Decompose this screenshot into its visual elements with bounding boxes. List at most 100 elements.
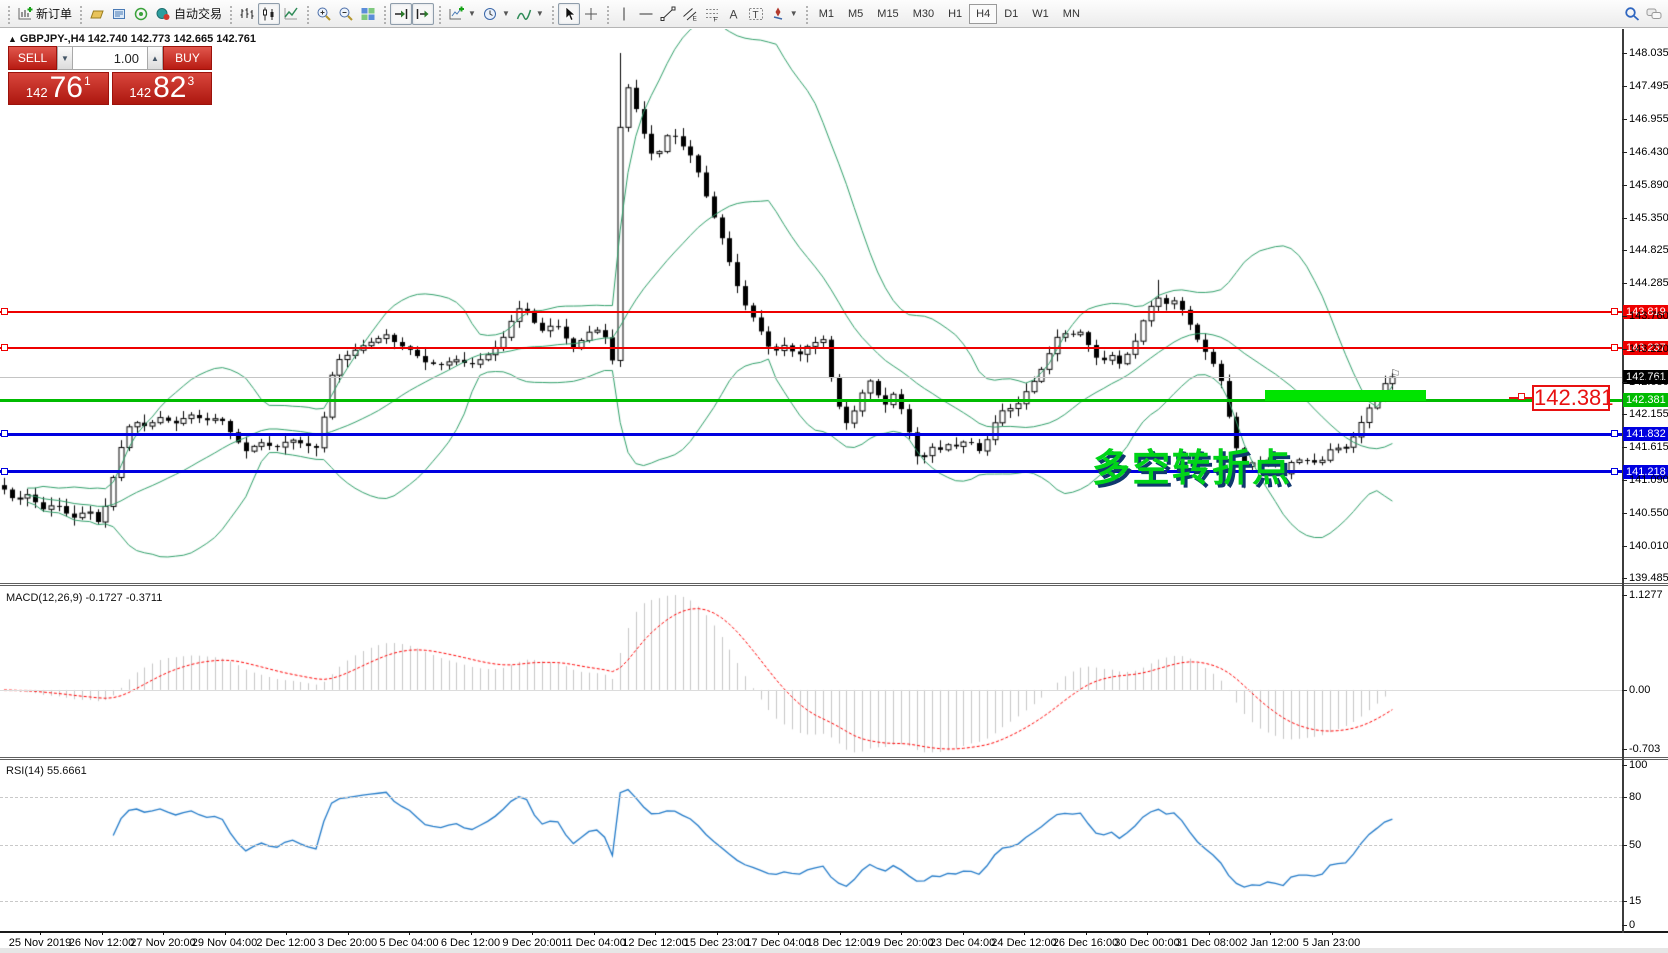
rsi-value: 55.6661	[47, 765, 87, 777]
zoom-in-icon	[316, 6, 332, 22]
text-label-icon: T	[748, 6, 764, 22]
highlight-trend-segment[interactable]	[1265, 390, 1426, 401]
toolbar-grip[interactable]	[78, 4, 83, 24]
toolbar-grip[interactable]	[382, 4, 387, 24]
toolbar-grip[interactable]	[228, 4, 233, 24]
new-chart-icon	[448, 6, 464, 22]
toolbar-grip[interactable]	[605, 4, 610, 24]
search-button[interactable]	[1621, 3, 1643, 25]
periods-button[interactable]: ▼	[479, 3, 513, 25]
indicators-button[interactable]: ▼	[513, 3, 547, 25]
tile-windows-button[interactable]	[357, 3, 379, 25]
trendline-icon	[660, 6, 676, 22]
rsi-name: RSI(14)	[6, 765, 44, 777]
buy-price-base: 142	[129, 83, 151, 103]
svg-text:F: F	[713, 16, 717, 22]
arrows-button[interactable]: ▼	[767, 3, 801, 25]
vertical-line-icon	[616, 6, 632, 22]
price-axis-border	[1622, 29, 1624, 933]
volume-input[interactable]: 1.00	[73, 46, 147, 70]
new-chart-button[interactable]: ▼	[445, 3, 479, 25]
candlestick-mode-button[interactable]	[258, 3, 280, 25]
svg-text:E: E	[692, 15, 697, 22]
last-price-flag-icon: ⚐	[1390, 367, 1401, 381]
timeframe-mn-button[interactable]: MN	[1056, 4, 1087, 24]
timeframe-h4-button[interactable]: H4	[969, 4, 997, 24]
chat-button[interactable]	[1643, 3, 1665, 25]
svg-text:A: A	[729, 7, 737, 21]
horizontal-line-button[interactable]	[635, 3, 657, 25]
auto-scroll-button[interactable]	[390, 3, 412, 25]
new-order-button[interactable]: 新订单	[14, 3, 75, 25]
timeframe-m5-button[interactable]: M5	[841, 4, 870, 24]
chinese-annotation-text[interactable]: 多空转折点	[1092, 437, 1292, 492]
buy-price-button[interactable]: 142823	[112, 72, 213, 105]
price-label-handle[interactable]	[1518, 393, 1525, 400]
chart-shift-icon	[415, 6, 431, 22]
navigator-button[interactable]	[130, 3, 152, 25]
periods-icon	[482, 6, 498, 22]
crosshair-icon	[583, 6, 599, 22]
arrows-dropdown-icon[interactable]: ▼	[790, 9, 798, 18]
auto-trading-icon	[155, 6, 171, 22]
ohlc-high: 142.773	[131, 33, 171, 45]
line-chart-mode-button[interactable]	[280, 3, 302, 25]
price-chart-canvas[interactable]	[0, 29, 1668, 953]
toolbar-grip[interactable]	[305, 4, 310, 24]
cursor-button[interactable]	[558, 3, 580, 25]
zoom-out-button[interactable]	[335, 3, 357, 25]
zoom-in-button[interactable]	[313, 3, 335, 25]
volume-increase-button[interactable]: ▲	[147, 46, 163, 70]
pane-separator-macd[interactable]	[0, 583, 1668, 586]
volume-decrease-button[interactable]: ▼	[57, 46, 73, 70]
buy-price-pips: 82	[153, 73, 186, 103]
bar-chart-mode-button[interactable]	[236, 3, 258, 25]
toolbar-grip[interactable]	[804, 4, 809, 24]
market-watch-button[interactable]	[108, 3, 130, 25]
bar-chart-mode-icon	[239, 6, 255, 22]
timeframe-m1-button[interactable]: M1	[812, 4, 841, 24]
toolbar-grip[interactable]	[550, 4, 555, 24]
equidistant-channel-button[interactable]: E	[679, 3, 701, 25]
text-label-button[interactable]: T	[745, 3, 767, 25]
timeframe-w1-button[interactable]: W1	[1025, 4, 1056, 24]
periods-dropdown-icon[interactable]: ▼	[502, 9, 510, 18]
crosshair-button[interactable]	[580, 3, 602, 25]
charts-profile-button[interactable]	[86, 3, 108, 25]
chat-icon	[1646, 6, 1662, 22]
pane-separator-rsi[interactable]	[0, 757, 1668, 760]
sell-button[interactable]: SELL	[8, 46, 57, 70]
text-button[interactable]: A	[723, 3, 745, 25]
time-axis-border	[0, 931, 1668, 933]
vertical-line-button[interactable]	[613, 3, 635, 25]
sell-price-button[interactable]: 142761	[8, 72, 109, 105]
horizontal-line-icon	[638, 6, 654, 22]
chart-shift-button[interactable]	[412, 3, 434, 25]
toolbar-grip[interactable]	[437, 4, 442, 24]
new-order-label: 新订单	[36, 5, 72, 22]
cursor-icon	[561, 6, 577, 22]
ohlc-low: 142.665	[173, 33, 213, 45]
sell-price-base: 142	[26, 83, 48, 103]
indicators-dropdown-icon[interactable]: ▼	[536, 9, 544, 18]
new-chart-dropdown-icon[interactable]: ▼	[468, 9, 476, 18]
fibonacci-button[interactable]: F	[701, 3, 723, 25]
candlestick-mode-icon	[261, 6, 277, 22]
price-callout-label[interactable]: 142.381	[1532, 385, 1610, 411]
toolbar: 新订单 自动交易 ▼ ▼ ▼ E F AT ▼ M1M5M15M30H1H4D1W1MN	[0, 0, 1668, 28]
symbol-timeframe: GBPJPY-,H4	[20, 33, 85, 45]
macd-name: MACD(12,26,9)	[6, 592, 82, 604]
timeframe-m15-button[interactable]: M15	[870, 4, 905, 24]
ohlc-close: 142.761	[216, 33, 256, 45]
auto-trading-button[interactable]: 自动交易	[152, 3, 225, 25]
chart-area: ▲GBPJPY-,H4 142.740 142.773 142.665 142.…	[0, 29, 1668, 953]
buy-button[interactable]: BUY	[163, 46, 212, 70]
symbol-arrow-icon: ▲	[8, 34, 17, 44]
charts-profile-icon	[89, 6, 105, 22]
trendline-button[interactable]	[657, 3, 679, 25]
chart-ohlc-header: ▲GBPJPY-,H4 142.740 142.773 142.665 142.…	[8, 33, 256, 45]
timeframe-d1-button[interactable]: D1	[997, 4, 1025, 24]
toolbar-grip[interactable]	[6, 4, 11, 24]
timeframe-m30-button[interactable]: M30	[906, 4, 941, 24]
timeframe-h1-button[interactable]: H1	[941, 4, 969, 24]
